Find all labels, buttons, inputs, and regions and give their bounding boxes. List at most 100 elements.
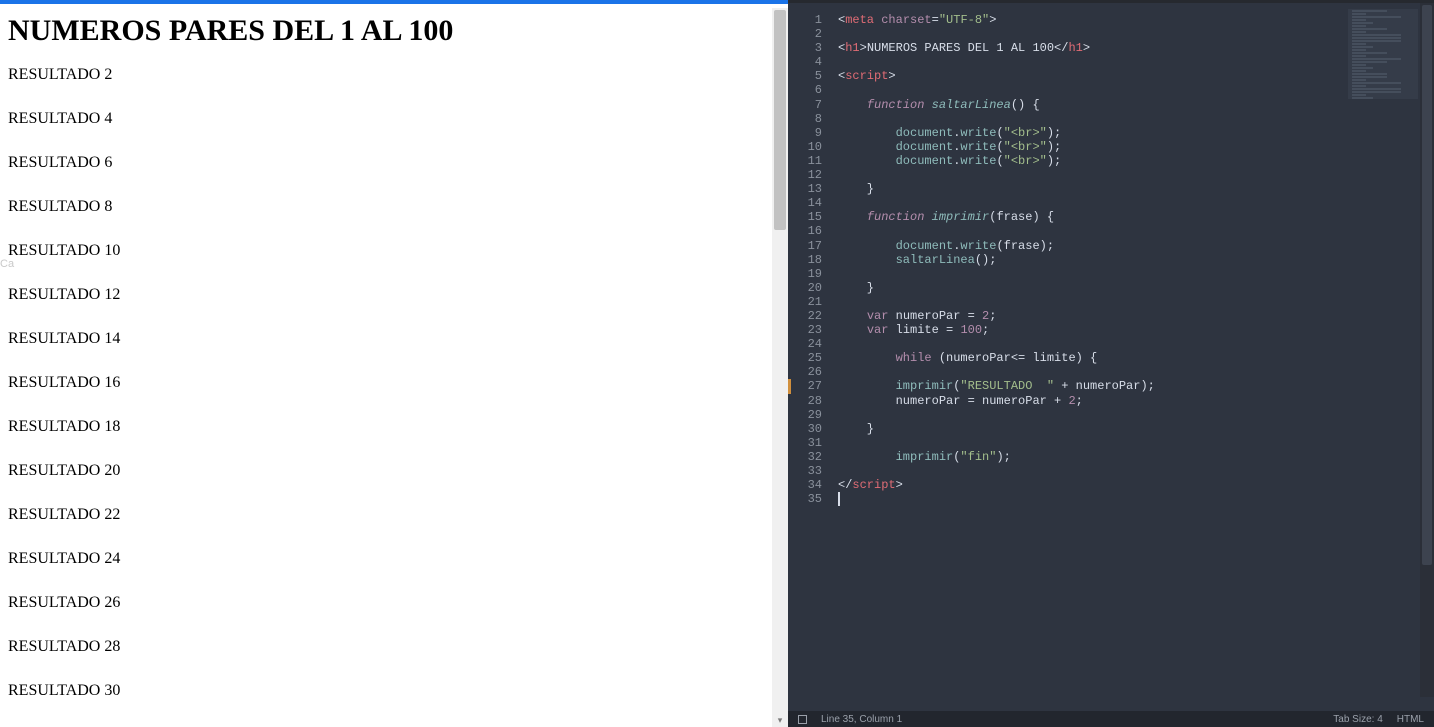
code-line[interactable] [838, 267, 1434, 281]
code-line[interactable]: function imprimir(frase) { [838, 210, 1434, 224]
left-edge-text: Ca [0, 258, 14, 270]
status-tab-size[interactable]: Tab Size: 4 [1333, 714, 1382, 725]
code-line[interactable]: <meta charset="UTF-8"> [838, 13, 1434, 27]
result-line: RESULTADO 8 [8, 198, 768, 216]
browser-pane: Ca NUMEROS PARES DEL 1 AL 100 RESULTADO … [0, 0, 788, 727]
code-line[interactable]: function saltarLinea() { [838, 98, 1434, 112]
editor-scrollbar-thumb[interactable] [1422, 5, 1432, 565]
result-line: RESULTADO 2 [8, 66, 768, 84]
line-number[interactable]: 20 [788, 281, 832, 295]
line-number[interactable]: 32 [788, 450, 832, 464]
line-number[interactable]: 3 [788, 41, 832, 55]
line-number[interactable]: 33 [788, 464, 832, 478]
code-line[interactable] [838, 337, 1434, 351]
line-number[interactable]: 24 [788, 337, 832, 351]
line-number[interactable]: 28 [788, 394, 832, 408]
line-number[interactable]: 22 [788, 309, 832, 323]
code-line[interactable]: document.write("<br>"); [838, 140, 1434, 154]
code-line[interactable]: <script> [838, 69, 1434, 83]
line-number[interactable]: 34 [788, 478, 832, 492]
code-line[interactable] [838, 408, 1434, 422]
code-line[interactable]: } [838, 182, 1434, 196]
code-line[interactable] [838, 83, 1434, 97]
minimap[interactable] [1348, 9, 1418, 99]
code-area[interactable]: <meta charset="UTF-8"> <h1>NUMEROS PARES… [832, 3, 1434, 711]
result-line: RESULTADO 22 [8, 506, 768, 524]
result-line: RESULTADO 20 [8, 462, 768, 480]
line-number[interactable]: 11 [788, 154, 832, 168]
browser-scrollbar[interactable]: ▴ ▾ [772, 8, 788, 727]
code-line[interactable] [838, 464, 1434, 478]
line-number[interactable]: 7 [788, 98, 832, 112]
code-line[interactable] [838, 196, 1434, 210]
code-line[interactable]: var numeroPar = 2; [838, 309, 1434, 323]
code-line[interactable] [838, 55, 1434, 69]
code-line[interactable]: var limite = 100; [838, 323, 1434, 337]
line-number[interactable]: 17 [788, 239, 832, 253]
code-line[interactable]: while (numeroPar<= limite) { [838, 351, 1434, 365]
line-number[interactable]: 26 [788, 365, 832, 379]
result-line: RESULTADO 24 [8, 550, 768, 568]
code-line[interactable]: <h1>NUMEROS PARES DEL 1 AL 100</h1> [838, 41, 1434, 55]
line-number[interactable]: 21 [788, 295, 832, 309]
status-syntax-mode[interactable]: HTML [1397, 714, 1424, 725]
line-number[interactable]: 10 [788, 140, 832, 154]
editor-body: 1234567891011121314151617181920212223242… [788, 3, 1434, 711]
code-line[interactable] [838, 27, 1434, 41]
line-number[interactable]: 19 [788, 267, 832, 281]
line-number[interactable]: 31 [788, 436, 832, 450]
line-number-gutter[interactable]: 1234567891011121314151617181920212223242… [788, 3, 832, 711]
line-number[interactable]: 23 [788, 323, 832, 337]
code-line[interactable]: } [838, 281, 1434, 295]
browser-content[interactable]: NUMEROS PARES DEL 1 AL 100 RESULTADO 2 RE… [8, 14, 768, 714]
line-number[interactable]: 5 [788, 69, 832, 83]
code-line[interactable] [838, 112, 1434, 126]
line-number[interactable]: 4 [788, 55, 832, 69]
code-line[interactable] [838, 168, 1434, 182]
line-number[interactable]: 18 [788, 253, 832, 267]
result-line: RESULTADO 10 [8, 242, 768, 260]
code-line[interactable]: document.write(frase); [838, 239, 1434, 253]
page-heading: NUMEROS PARES DEL 1 AL 100 [8, 14, 768, 48]
result-line: RESULTADO 30 [8, 682, 768, 700]
line-number[interactable]: 14 [788, 196, 832, 210]
line-number[interactable]: 35 [788, 492, 832, 506]
line-number[interactable]: 16 [788, 224, 832, 238]
code-line[interactable]: numeroPar = numeroPar + 2; [838, 394, 1434, 408]
line-number[interactable]: 9 [788, 126, 832, 140]
code-line[interactable]: imprimir("fin"); [838, 450, 1434, 464]
app-root: Ca NUMEROS PARES DEL 1 AL 100 RESULTADO … [0, 0, 1434, 727]
result-line: RESULTADO 16 [8, 374, 768, 392]
result-line: RESULTADO 6 [8, 154, 768, 172]
code-line[interactable]: saltarLinea(); [838, 253, 1434, 267]
code-line[interactable]: </script> [838, 478, 1434, 492]
line-number[interactable]: 30 [788, 422, 832, 436]
code-line[interactable] [838, 436, 1434, 450]
code-line[interactable] [838, 365, 1434, 379]
line-number[interactable]: 13 [788, 182, 832, 196]
line-number[interactable]: 1 [788, 13, 832, 27]
browser-scrollbar-thumb[interactable] [774, 10, 786, 230]
code-line[interactable] [838, 224, 1434, 238]
line-number[interactable]: 6 [788, 83, 832, 97]
result-line: RESULTADO 18 [8, 418, 768, 436]
line-number[interactable]: 15 [788, 210, 832, 224]
code-line[interactable] [838, 492, 1434, 506]
editor-scrollbar[interactable] [1420, 3, 1434, 697]
line-number[interactable]: 2 [788, 27, 832, 41]
scroll-down-icon[interactable]: ▾ [775, 715, 785, 725]
line-number[interactable]: 27 [788, 379, 832, 393]
editor-pane: 1234567891011121314151617181920212223242… [788, 0, 1434, 727]
code-line[interactable]: } [838, 422, 1434, 436]
line-number[interactable]: 29 [788, 408, 832, 422]
code-line[interactable]: document.write("<br>"); [838, 154, 1434, 168]
line-number[interactable]: 8 [788, 112, 832, 126]
line-number[interactable]: 25 [788, 351, 832, 365]
result-line: RESULTADO 4 [8, 110, 768, 128]
line-number[interactable]: 12 [788, 168, 832, 182]
code-line[interactable] [838, 295, 1434, 309]
status-indicator-icon[interactable] [798, 715, 807, 724]
code-line[interactable]: document.write("<br>"); [838, 126, 1434, 140]
status-cursor-position[interactable]: Line 35, Column 1 [821, 714, 902, 725]
code-line[interactable]: imprimir("RESULTADO " + numeroPar); [838, 379, 1434, 393]
